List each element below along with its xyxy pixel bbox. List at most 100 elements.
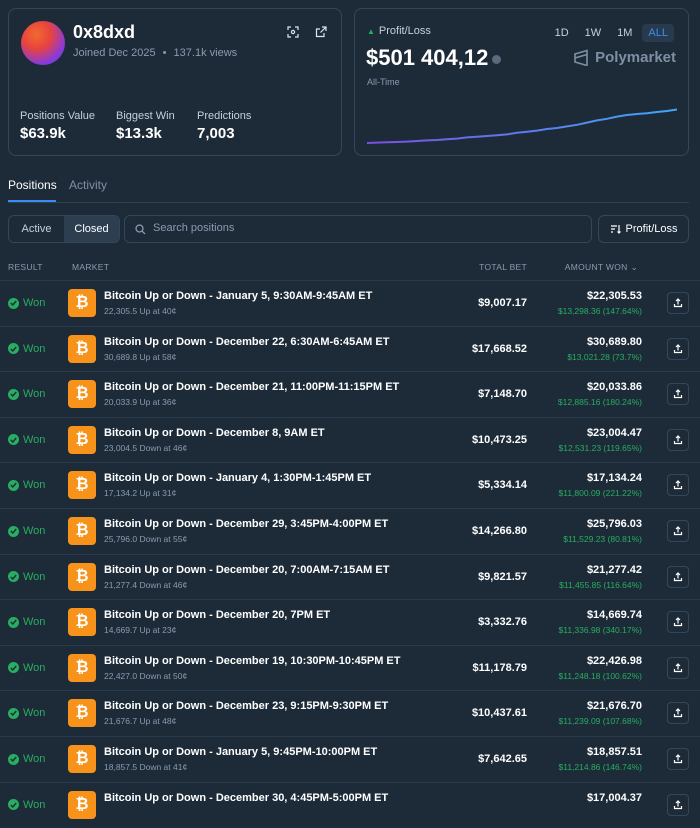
share-button[interactable] — [667, 337, 689, 360]
market-subtitle: 22,305.5 Up at 40¢ — [104, 306, 177, 316]
market-title[interactable]: Bitcoin Up or Down - January 5, 9:30AM-9… — [104, 290, 372, 302]
share-button[interactable] — [667, 793, 689, 816]
market-title[interactable]: Bitcoin Up or Down - December 8, 9AM ET — [104, 427, 325, 439]
share-icon — [673, 617, 683, 627]
scan-icon[interactable] — [287, 25, 299, 38]
range-1m[interactable]: 1M — [611, 24, 638, 42]
profit-gain: $11,239.09 (107.68%) — [558, 716, 643, 727]
pnl-value: $501 404,12 — [366, 45, 502, 71]
share-button[interactable] — [667, 565, 689, 588]
table-row[interactable]: Won ₿ Bitcoin Up or Down - December 22, … — [0, 325, 700, 372]
market-title[interactable]: Bitcoin Up or Down - December 22, 6:30AM… — [104, 336, 389, 348]
share-button[interactable] — [667, 702, 689, 725]
up-triangle-icon: ▲ — [367, 27, 375, 36]
col-amount-won[interactable]: AMOUNT WON ⌄ — [565, 262, 638, 273]
col-total-bet[interactable]: TOTAL BET — [479, 262, 527, 272]
amount-won: $18,857.51 — [586, 746, 642, 758]
table-row[interactable]: Won ₿ Bitcoin Up or Down - December 21, … — [0, 371, 700, 417]
joined-date: Joined Dec 2025 — [73, 47, 156, 59]
table-row[interactable]: Won ₿ Bitcoin Up or Down - December 20, … — [0, 599, 700, 645]
market-title[interactable]: Bitcoin Up or Down - December 23, 9:15PM… — [104, 700, 388, 712]
bitcoin-icon: ₿ — [68, 425, 96, 454]
share-button[interactable] — [667, 520, 689, 542]
amount-won: $21,676.70 — [586, 700, 642, 713]
total-bet: $9,007.17 — [478, 297, 527, 309]
result-badge: Won — [8, 799, 45, 811]
market-subtitle: 21,676.7 Up at 48¢ — [104, 716, 177, 727]
amount-won: $14,669.74 — [586, 609, 642, 622]
stat-value: 7,003 — [197, 125, 235, 142]
search-icon — [135, 224, 146, 235]
table-row[interactable]: Won ₿ Bitcoin Up or Down - January 4, 1:… — [0, 462, 700, 508]
table-row[interactable]: Won ₿ Bitcoin Up or Down - December 20, … — [0, 553, 700, 600]
share-icon — [673, 343, 683, 353]
share-button[interactable] — [667, 656, 689, 679]
result-badge: Won — [8, 434, 45, 446]
share-button[interactable] — [667, 292, 689, 314]
result-badge: Won — [8, 525, 45, 537]
amount-won: $30,689.80 — [586, 335, 642, 348]
share-icon — [673, 754, 683, 764]
range-1w[interactable]: 1W — [579, 24, 608, 42]
total-bet: $9,821.57 — [478, 570, 527, 583]
profit-gain: $11,529.23 (80.81%) — [563, 534, 642, 544]
market-title[interactable]: Bitcoin Up or Down - December 19, 10:30P… — [104, 655, 400, 667]
segment-closed[interactable]: Closed — [64, 216, 119, 242]
tab-positions[interactable]: Positions — [8, 178, 57, 192]
market-subtitle: 18,857.5 Down at 41¢ — [104, 762, 188, 772]
pnl-period: All-Time — [367, 77, 400, 87]
result-label: Won — [23, 798, 46, 811]
check-circle-icon — [8, 753, 19, 765]
result-badge: Won — [8, 662, 45, 674]
range-1d[interactable]: 1D — [549, 24, 575, 42]
profile-card: 0x8dxd Joined Dec 2025 • 137.1k views Po… — [8, 8, 342, 156]
range-all[interactable]: ALL — [642, 24, 674, 42]
pnl-card: ▲ Profit/Loss $501 404,12 All-Time 1D 1W … — [354, 8, 689, 156]
market-title[interactable]: Bitcoin Up or Down - December 20, 7:00AM… — [104, 564, 389, 576]
pnl-label: ▲ Profit/Loss — [367, 25, 431, 37]
market-title[interactable]: Bitcoin Up or Down - December 20, 7PM ET — [104, 609, 330, 621]
share-button[interactable] — [667, 383, 689, 406]
sort-icon — [610, 225, 621, 234]
table-row[interactable]: Won ₿ Bitcoin Up or Down - December 29, … — [0, 508, 700, 554]
market-title[interactable]: Bitcoin Up or Down - January 5, 9:45PM-1… — [104, 746, 377, 758]
info-icon[interactable] — [492, 54, 502, 64]
external-link-icon[interactable] — [315, 25, 327, 38]
market-title[interactable]: Bitcoin Up or Down - January 4, 1:30PM-1… — [104, 472, 371, 484]
table-row[interactable]: Won ₿ Bitcoin Up or Down - December 8, 9… — [0, 416, 700, 463]
market-subtitle: 21,277.4 Down at 46¢ — [104, 579, 188, 590]
share-icon — [673, 389, 683, 399]
table-row[interactable]: Won ₿ Bitcoin Up or Down - December 19, … — [0, 644, 700, 691]
bitcoin-icon: ₿ — [68, 653, 96, 682]
profit-gain: $11,800.09 (221.22%) — [558, 488, 643, 499]
stat-biggest-win: Biggest Win $13.3k — [116, 110, 175, 142]
result-label: Won — [23, 297, 46, 309]
sort-label: Profit/Loss — [625, 223, 678, 235]
table-row[interactable]: Won ₿ Bitcoin Up or Down - December 30, … — [0, 781, 700, 828]
market-title[interactable]: Bitcoin Up or Down - December 30, 4:45PM… — [104, 792, 388, 804]
market-title[interactable]: Bitcoin Up or Down - December 21, 11:00P… — [104, 381, 399, 393]
market-title[interactable]: Bitcoin Up or Down - December 29, 3:45PM… — [104, 518, 388, 530]
active-tab-indicator — [8, 200, 56, 202]
table-row[interactable]: Won ₿ Bitcoin Up or Down - January 5, 9:… — [0, 736, 700, 782]
share-button[interactable] — [667, 474, 689, 497]
share-button[interactable] — [667, 611, 689, 634]
share-icon — [673, 571, 683, 581]
share-button[interactable] — [667, 748, 689, 770]
total-bet: $10,437.61 — [471, 707, 527, 720]
share-button[interactable] — [667, 428, 689, 451]
search-input[interactable] — [153, 222, 573, 234]
bitcoin-icon: ₿ — [68, 562, 96, 591]
segment-active[interactable]: Active — [9, 216, 64, 242]
bitcoin-icon: ₿ — [68, 334, 96, 363]
tab-activity[interactable]: Activity — [69, 178, 107, 192]
profit-gain: $12,531.23 (119.65%) — [558, 442, 643, 453]
avatar[interactable] — [21, 21, 65, 65]
search-box — [124, 215, 592, 243]
sort-button[interactable]: Profit/Loss — [598, 215, 689, 243]
table-row[interactable]: Won ₿ Bitcoin Up or Down - January 5, 9:… — [0, 280, 700, 326]
result-label: Won — [23, 616, 46, 629]
table-row[interactable]: Won ₿ Bitcoin Up or Down - December 23, … — [0, 690, 700, 736]
total-bet: $14,266.80 — [471, 525, 527, 537]
market-subtitle: 30,689.8 Up at 58¢ — [104, 351, 177, 362]
